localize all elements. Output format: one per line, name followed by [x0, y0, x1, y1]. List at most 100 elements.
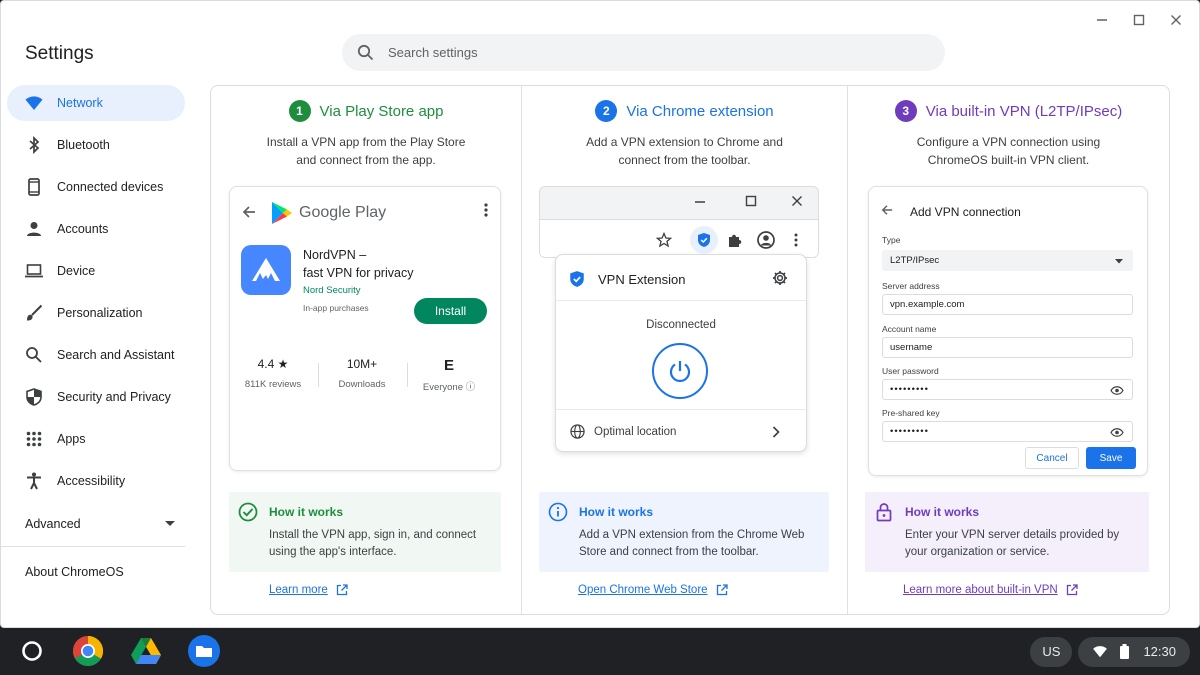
pre-shared-key-field[interactable]: ••••••••• — [882, 421, 1133, 442]
sidebar-item-label: Accounts — [57, 222, 109, 236]
sidebar-item-security-and-privacy[interactable]: Security and Privacy — [1, 379, 185, 415]
minimize-icon[interactable] — [1092, 11, 1112, 29]
server-address-field[interactable]: vpn.example.com — [882, 294, 1133, 315]
add-vpn-dialog: Add VPN connection Type L2TP/IPsec Serve… — [868, 186, 1148, 476]
battery-icon — [1120, 644, 1130, 659]
maximize-icon[interactable] — [745, 195, 757, 210]
chevron-down-icon — [165, 521, 175, 526]
pre-shared-key-value: ••••••••• — [890, 426, 929, 437]
google-play-logo-icon — [272, 202, 292, 224]
google-drive-app[interactable] — [129, 634, 163, 668]
sidebar-item-search-and-assistant[interactable]: Search and Assistant — [1, 337, 185, 373]
wifi-icon — [25, 94, 43, 112]
locale-indicator[interactable]: US — [1030, 636, 1073, 667]
content-rating-icon: E — [443, 357, 454, 374]
sidebar-item-label: Security and Privacy — [57, 390, 171, 404]
sidebar-item-label: Apps — [57, 432, 86, 446]
chrome-icon — [72, 636, 104, 667]
user-password-label: User password — [882, 366, 939, 376]
user-password-field[interactable]: ••••••••• — [882, 379, 1133, 400]
learn-more-built-in-vpn-link[interactable]: Learn more about built-in VPN — [903, 584, 1078, 596]
system-tray-button[interactable]: 12:30 — [1078, 636, 1190, 667]
power-icon — [669, 361, 691, 383]
app-name: NordVPN – fast VPN for privacy — [303, 248, 414, 280]
chrome-app[interactable] — [71, 634, 105, 668]
advanced-label: Advanced — [25, 517, 81, 531]
shelf: US 12:30 — [0, 628, 1200, 675]
google-play-brand: Google Play — [299, 204, 387, 221]
column-heading: 1 Via Play Store app — [211, 100, 521, 122]
column-heading: 2 Via Chrome extension — [522, 100, 847, 122]
status-tray: US 12:30 — [1030, 635, 1190, 668]
gear-icon[interactable] — [772, 270, 788, 286]
sidebar-item-apps[interactable]: Apps — [1, 421, 185, 457]
more-options-icon[interactable] — [484, 203, 488, 222]
clock: 12:30 — [1143, 644, 1176, 659]
developer-name[interactable]: Nord Security — [303, 285, 361, 296]
sidebar-item-accessibility[interactable]: Accessibility — [1, 463, 185, 499]
sidebar-item-connected-devices[interactable]: Connected devices — [1, 169, 185, 205]
search-bar[interactable]: Search settings — [342, 34, 945, 71]
show-key-eye-icon[interactable] — [1110, 428, 1124, 437]
server-address-value: vpn.example.com — [890, 299, 965, 310]
type-value: L2TP/IPsec — [890, 255, 940, 266]
column-description: Add a VPN extension to Chrome and connec… — [586, 135, 783, 167]
column-title: Via Play Store app — [319, 102, 444, 120]
launcher-icon — [22, 641, 42, 661]
sidebar-item-accounts[interactable]: Accounts — [1, 211, 185, 247]
wifi-icon — [1093, 646, 1108, 658]
search-placeholder: Search settings — [388, 45, 478, 60]
bluetooth-icon — [25, 136, 43, 154]
sidebar-item-bluetooth[interactable]: Bluetooth — [1, 127, 185, 163]
sidebar-item-device[interactable]: Device — [1, 253, 185, 289]
how-it-works-box: How it works Install the VPN app, sign i… — [229, 492, 501, 572]
dropdown-arrow-icon — [1115, 259, 1123, 264]
files-app[interactable] — [187, 634, 221, 668]
cancel-button[interactable]: Cancel — [1025, 447, 1079, 469]
play-store-listing: Google Play NordVPN – fast VPN for priva… — [229, 186, 501, 471]
advanced-section-toggle[interactable]: Advanced — [25, 517, 175, 531]
check-circle-icon — [238, 502, 258, 522]
power-button[interactable] — [652, 343, 708, 399]
location-selector[interactable]: Optimal location — [556, 409, 806, 453]
save-button[interactable]: Save — [1086, 447, 1136, 469]
profile-avatar-icon[interactable] — [756, 230, 776, 250]
content-rating-label: Everyone ⓘ — [422, 382, 476, 393]
star-icon[interactable] — [654, 230, 674, 250]
search-icon — [25, 346, 43, 364]
vpn-options-card: 1 Via Play Store app Install a VPN app f… — [210, 85, 1170, 615]
type-label: Type — [882, 235, 901, 245]
back-arrow-icon[interactable] — [242, 205, 256, 224]
account-name-value: username — [890, 342, 933, 353]
learn-more-link[interactable]: Learn more — [269, 584, 348, 596]
info-heading: How it works — [269, 505, 344, 519]
downloads-value: 10M+ — [346, 357, 378, 371]
rating-stat: 4.4 ★ 811K reviews — [240, 357, 306, 390]
external-link-icon — [336, 584, 348, 596]
laptop-icon — [25, 262, 43, 280]
sidebar-item-personalization[interactable]: Personalization — [1, 295, 185, 331]
pre-shared-key-label: Pre-shared key — [882, 408, 940, 418]
account-name-field[interactable]: username — [882, 337, 1133, 358]
close-icon[interactable] — [791, 195, 803, 210]
sidebar-item-network[interactable]: Network — [7, 85, 185, 121]
about-chromeos-link[interactable]: About ChromeOS — [25, 565, 124, 579]
person-icon — [25, 220, 43, 238]
launcher-button[interactable] — [15, 634, 49, 668]
chrome-menu-icon[interactable] — [786, 230, 806, 250]
puzzle-extensions-icon[interactable] — [725, 230, 745, 250]
open-chrome-web-store-link[interactable]: Open Chrome Web Store — [578, 584, 728, 596]
vpn-extension-shield-icon[interactable] — [690, 226, 718, 254]
type-select[interactable]: L2TP/IPsec — [882, 250, 1133, 271]
brush-icon — [25, 304, 43, 322]
maximize-icon[interactable] — [1129, 11, 1149, 29]
column-description: Configure a VPN connection using ChromeO… — [916, 135, 1101, 167]
show-password-eye-icon[interactable] — [1110, 386, 1124, 395]
sidebar-item-label: Connected devices — [57, 180, 164, 194]
install-button[interactable]: Install — [414, 298, 487, 324]
sidebar-item-label: Network — [57, 96, 103, 110]
close-icon[interactable] — [1166, 11, 1186, 29]
back-arrow-icon[interactable] — [881, 204, 893, 219]
minimize-icon[interactable] — [694, 195, 706, 210]
user-password-value: ••••••••• — [890, 384, 929, 395]
